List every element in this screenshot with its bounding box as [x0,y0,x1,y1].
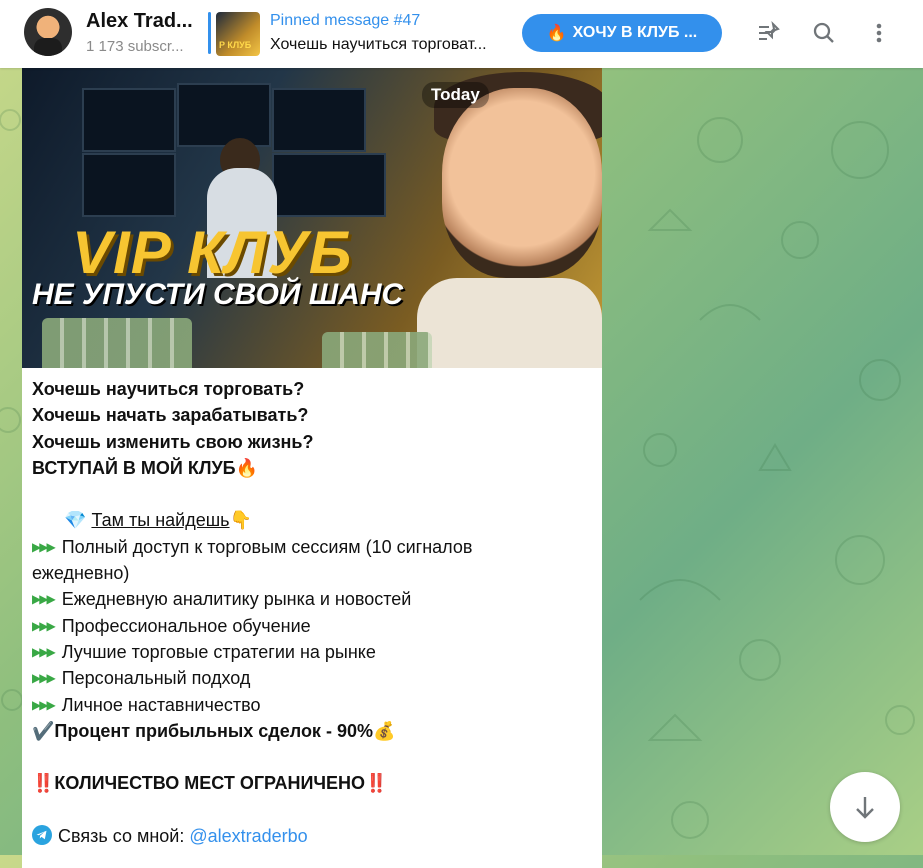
telegram-icon [32,825,52,846]
pin-list-icon[interactable] [754,18,784,48]
bullet-item: ▶▶▶ Профессиональное обучение [32,613,592,639]
triangle-bullet-icon: ▶▶▶ [32,697,56,712]
image-title: VIP КЛУБ [72,219,353,286]
pinned-title: Pinned message #47 [270,12,421,29]
text-line: Хочешь научиться торговать? [32,379,305,399]
bullet-item: ▶▶▶ Полный доступ к торговым сессиям (10 … [32,534,592,560]
contact-link[interactable]: @alextraderbo [189,826,307,846]
money-stack [322,332,432,368]
text-line: ВСТУПАЙ В МОЙ КЛУБ🔥 [32,455,592,481]
monitor-decoration [272,153,386,217]
bullet-text: Профессиональное обучение [61,615,311,636]
channel-message: VIP КЛУБ НЕ УПУСТИ СВОЙ ШАНС Today Хочеш… [22,68,602,868]
double-exclamation-icon: ‼️ [365,773,388,794]
join-club-button[interactable]: 🔥 ХОЧУ В КЛУБ ... [522,14,722,52]
pinned-preview: Хочешь научиться торговат... [270,36,487,53]
date-badge: Today [422,82,489,108]
pinned-indicator [208,12,211,54]
man-portrait-face [442,88,602,278]
bullet-text: Полный доступ к торговым сессиям (10 сиг… [61,536,473,557]
pinned-thumbnail: P КЛУБ [216,12,260,56]
triangle-bullet-icon: ▶▶▶ [32,671,56,686]
arrow-down-icon [856,797,874,819]
text-line: Хочешь начать зарабатывать? [32,405,309,426]
contact-label: Связь со мной: [58,826,185,847]
double-exclamation-icon: ‼️ [32,773,55,794]
fire-icon: 🔥 [546,25,567,42]
bullet-text: Лучшие торговые стратегии на рынке [61,641,376,662]
triangle-bullet-icon: ▶▶▶ [32,644,56,659]
point-down-icon: 👇 [229,510,252,531]
subscriber-count: 1 173 subscr... [86,38,184,55]
bullet-text: Ежедневную аналитику рынка и новостей [61,589,412,610]
bullet-item: ▶▶▶ Ежедневную аналитику рынка и новостей [32,586,592,612]
text-line: Связь со мной: @alextraderbo [32,823,592,849]
monitor-decoration [82,153,176,217]
monitor-decoration [82,88,176,152]
bullet-text: Личное наставничество [61,694,261,715]
triangle-bullet-icon: ▶▶▶ [32,539,56,554]
chat-header: Alex Trad... 1 173 subscr... P КЛУБ Pinn… [0,0,923,68]
channel-title[interactable]: Alex Trad... [86,10,193,33]
bullet-item-continued: ежедневно) [32,563,130,584]
text-line: Хочешь изменить свою жизнь? [32,431,314,452]
text-line: 💎 Там ты найдешь👇 [32,507,592,533]
scroll-down-button[interactable] [830,772,900,842]
text-line: ✔️Процент прибыльных сделок - 90%💰 [32,718,592,744]
text-line: ‼️КОЛИЧЕСТВО МЕСТ ОГРАНИЧЕНО‼️ [32,770,592,796]
man-portrait-shirt [417,278,602,368]
triangle-bullet-icon: ▶▶▶ [32,618,56,633]
profit-text: Процент прибыльных сделок - 90% [54,720,373,741]
image-subtitle: НЕ УПУСТИ СВОЙ ШАНС [32,278,404,311]
bullet-text: Персональный подход [61,668,251,689]
message-photo[interactable]: VIP КЛУБ НЕ УПУСТИ СВОЙ ШАНС Today [22,68,602,368]
check-icon: ✔️ [32,720,55,741]
money-bag-icon: 💰 [372,720,396,741]
more-icon[interactable] [864,18,894,48]
bullet-item: ▶▶▶ Персональный подход [32,665,592,691]
find-text: Там ты найдешь [91,510,230,531]
triangle-bullet-icon: ▶▶▶ [32,592,56,607]
bullet-item: ▶▶▶ Лучшие торговые стратегии на рынке [32,639,592,665]
monitor-decoration [177,83,271,147]
search-icon[interactable] [809,18,839,48]
channel-avatar[interactable] [24,8,72,56]
limited-text: КОЛИЧЕСТВО МЕСТ ОГРАНИЧЕНО [54,773,366,794]
monitor-decoration [272,88,366,152]
join-text: ВСТУПАЙ В МОЙ КЛУБ [32,457,236,478]
pinned-thumb-text: P КЛУБ [219,40,252,50]
bullet-item: ▶▶▶ Личное наставничество [32,692,592,718]
join-club-label: ХОЧУ В КЛУБ ... [572,24,698,41]
message-text: Хочешь научиться торговать? Хочешь начат… [32,376,592,849]
gem-icon: 💎 [64,510,87,531]
money-stack [42,318,192,368]
fire-icon: 🔥 [235,457,259,478]
